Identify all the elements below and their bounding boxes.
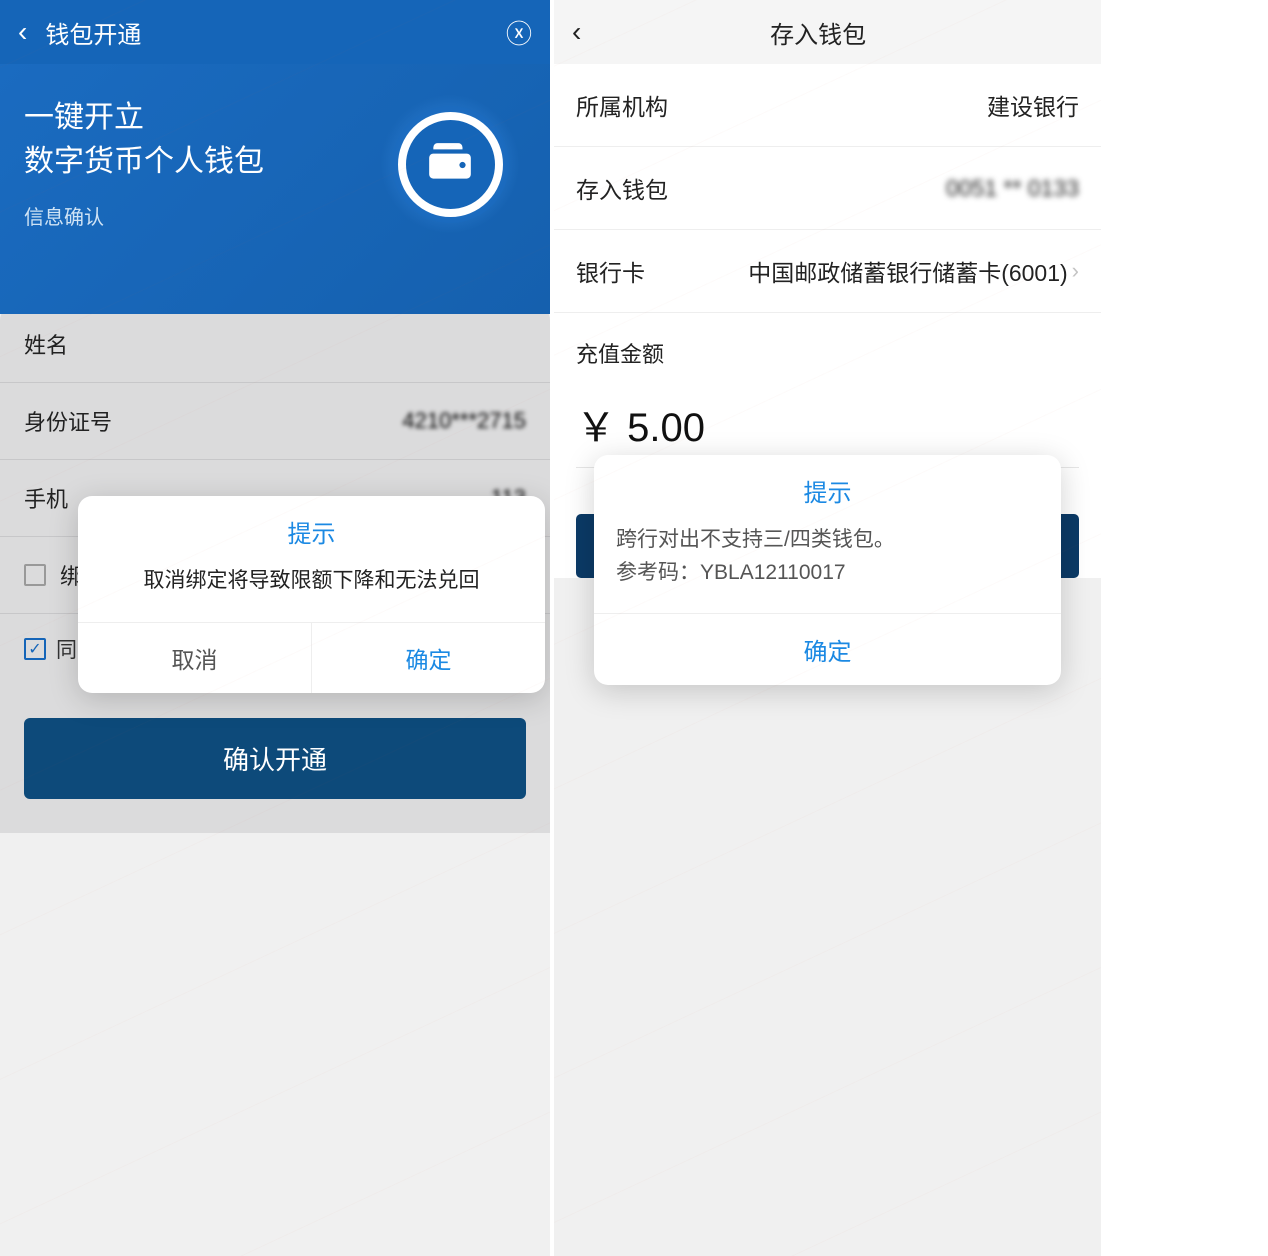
card-value: 中国邮政储蓄银行储蓄卡(6001)	[748, 254, 1067, 288]
id-value: 4210***2715	[402, 408, 526, 434]
row-id[interactable]: 身份证号 4210***2715	[0, 383, 550, 460]
row-name[interactable]: 姓名	[0, 306, 550, 383]
org-value: 建设银行	[987, 88, 1079, 122]
org-label: 所属机构	[576, 88, 668, 122]
dialog-title: 提示	[78, 496, 545, 555]
header-title: 存入钱包	[581, 15, 1055, 50]
ok-button[interactable]: 确定	[312, 623, 545, 693]
agree-checkbox[interactable]: ✓	[24, 638, 46, 660]
amount-value[interactable]: ￥ 5.00	[576, 395, 1079, 453]
dialog-buttons: 取消 确定	[78, 622, 545, 693]
wallet-value: 0051 ** 0133	[946, 175, 1079, 202]
name-label: 姓名	[24, 328, 68, 360]
id-label: 身份证号	[24, 405, 112, 437]
back-icon[interactable]: ‹	[572, 16, 581, 48]
close-icon[interactable]: ⓧ	[506, 14, 532, 51]
header: ‹ 存入钱包	[554, 0, 1101, 64]
header-title: 钱包开通	[45, 15, 506, 50]
screen-wallet-open: ‹ 钱包开通 ⓧ 一键开立 数字货币个人钱包 信息确认 姓名 身份证号 4210…	[0, 0, 550, 1256]
phone-label: 手机	[24, 482, 68, 514]
chevron-right-icon: ›	[1072, 258, 1079, 284]
card-label: 银行卡	[576, 254, 645, 288]
row-bankcard[interactable]: 银行卡 中国邮政储蓄银行储蓄卡(6001) ›	[554, 230, 1101, 313]
amount-section: 充值金额 ￥ 5.00	[554, 313, 1101, 478]
dialog-message: 取消绑定将导致限额下降和无法兑回	[78, 555, 545, 622]
wallet-icon	[380, 94, 520, 234]
dialog-title: 提示	[594, 455, 1061, 514]
wallet-label: 存入钱包	[576, 171, 668, 205]
confirm-open-button[interactable]: 确认开通	[24, 718, 526, 799]
cancel-button[interactable]: 取消	[78, 623, 312, 693]
dialog-message: 跨行对出不支持三/四类钱包。 参考码：YBLA12110017	[594, 514, 1061, 613]
amount-label: 充值金额	[576, 337, 1079, 369]
dialog: 提示 取消绑定将导致限额下降和无法兑回 取消 确定	[78, 496, 545, 693]
row-org: 所属机构 建设银行	[554, 64, 1101, 147]
row-wallet[interactable]: 存入钱包 0051 ** 0133	[554, 147, 1101, 230]
card-checkbox[interactable]	[24, 564, 46, 586]
hero: 一键开立 数字货币个人钱包 信息确认	[0, 64, 550, 314]
dialog: 提示 跨行对出不支持三/四类钱包。 参考码：YBLA12110017 确定	[594, 455, 1061, 685]
back-icon[interactable]: ‹	[18, 16, 27, 48]
header: ‹ 钱包开通 ⓧ	[0, 0, 550, 64]
ok-button[interactable]: 确定	[594, 613, 1061, 685]
screen-deposit: ‹ 存入钱包 所属机构 建设银行 存入钱包 0051 ** 0133 银行卡 中…	[554, 0, 1101, 1256]
